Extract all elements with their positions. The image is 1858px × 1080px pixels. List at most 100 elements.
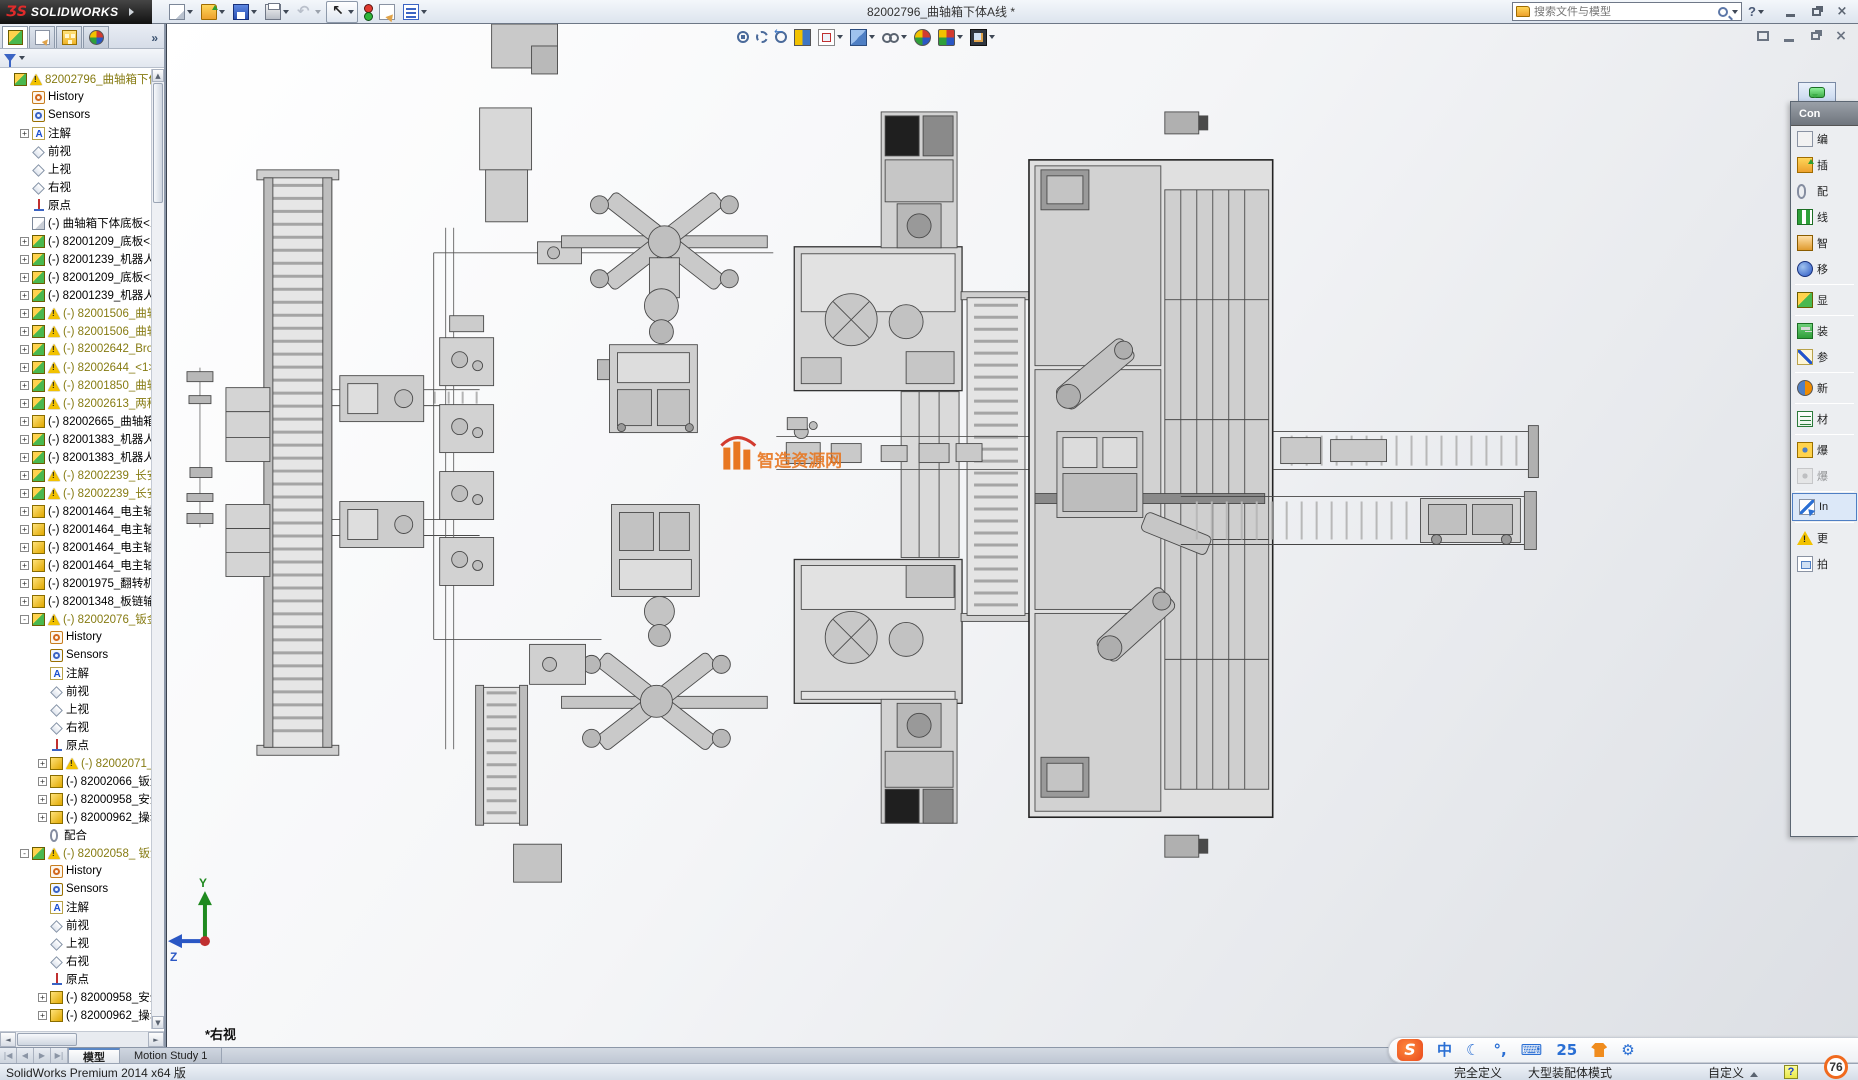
- dropdown-caret[interactable]: [989, 35, 995, 39]
- tree-item[interactable]: 右视: [0, 952, 164, 970]
- tree-item[interactable]: +(-) 82000958_安全开关: [0, 790, 164, 808]
- expand-box[interactable]: +: [20, 435, 29, 444]
- expand-box[interactable]: +: [20, 597, 29, 606]
- expand-box[interactable]: +: [20, 363, 29, 372]
- tab-first-button[interactable]: |◀: [0, 1048, 17, 1063]
- new-document-button[interactable]: [166, 2, 196, 22]
- featuremanager-tab[interactable]: [2, 26, 28, 48]
- open-button[interactable]: [198, 2, 228, 22]
- apply-scene-button[interactable]: [936, 27, 965, 48]
- tree-item[interactable]: 右视: [0, 718, 164, 736]
- tree-item[interactable]: +(-) 82002644_<1> (默: [0, 358, 164, 376]
- scroll-left-arrow[interactable]: ◄: [0, 1032, 16, 1047]
- tree-item[interactable]: 前视: [0, 916, 164, 934]
- select-button[interactable]: [326, 1, 358, 23]
- dropdown-caret[interactable]: [187, 10, 193, 14]
- graphics-viewport[interactable]: 智造资源网 Y Z: [166, 24, 1858, 1047]
- tree-item[interactable]: +(-) 82001383_机器人管线: [0, 448, 164, 466]
- menu-expand-arrow[interactable]: [129, 8, 134, 16]
- tab-next-button[interactable]: ▶: [34, 1048, 51, 1063]
- restore-button[interactable]: [1804, 3, 1828, 20]
- tree-item[interactable]: +(-) 82002239_长安曲轴: [0, 466, 164, 484]
- tree-item[interactable]: 前视: [0, 142, 164, 160]
- ime-count-badge[interactable]: 76: [1824, 1055, 1848, 1079]
- dropdown-caret[interactable]: [869, 35, 875, 39]
- view-settings-button[interactable]: [968, 27, 997, 48]
- hide-show-items-button[interactable]: [880, 27, 909, 48]
- section-view-button[interactable]: [792, 27, 813, 48]
- expand-box[interactable]: +: [20, 507, 29, 516]
- expand-box[interactable]: +: [20, 237, 29, 246]
- tree-item[interactable]: +(-) 82001383_机器人管线: [0, 430, 164, 448]
- move-component-button[interactable]: 移: [1791, 256, 1858, 282]
- tree-item[interactable]: 上视: [0, 700, 164, 718]
- display-style-button[interactable]: [848, 27, 877, 48]
- expand-box[interactable]: +: [20, 399, 29, 408]
- tree-item[interactable]: 注解: [0, 664, 164, 682]
- tree-item[interactable]: +(-) 82002239_长安曲轴: [0, 484, 164, 502]
- filter-dropdown-caret[interactable]: [19, 56, 25, 60]
- dropdown-caret[interactable]: [837, 35, 843, 39]
- search-input[interactable]: [1534, 6, 1714, 18]
- panel-tabs-overflow[interactable]: »: [151, 31, 162, 48]
- expand-box[interactable]: +: [20, 291, 29, 300]
- displaymanager-tab[interactable]: [83, 26, 109, 48]
- tree-vertical-scrollbar[interactable]: ▲ ▼: [151, 69, 164, 1029]
- scroll-thumb[interactable]: [17, 1033, 77, 1046]
- soft-keyboard[interactable]: ⌨: [1521, 1043, 1543, 1058]
- command-panel-header[interactable]: Con: [1791, 102, 1858, 126]
- tree-item[interactable]: +(-) 82001348_板链输送机: [0, 592, 164, 610]
- tree-item[interactable]: 上视: [0, 934, 164, 952]
- expand-box[interactable]: +: [20, 309, 29, 318]
- tree-item[interactable]: Sensors: [0, 880, 164, 898]
- explode-line-sketch-button[interactable]: 爆: [1791, 463, 1858, 489]
- tree-item[interactable]: History: [0, 862, 164, 880]
- insert-components-button[interactable]: 插: [1791, 152, 1858, 178]
- tab-motion-study[interactable]: Motion Study 1: [120, 1048, 222, 1063]
- collapse-box[interactable]: -: [20, 849, 29, 858]
- tree-item[interactable]: +(-) 82001506_曲轴箱双: [0, 304, 164, 322]
- tab-prev-button[interactable]: ◀: [17, 1048, 34, 1063]
- tree-item[interactable]: +(-) 82002071_钣金: [0, 754, 164, 772]
- dropdown-caret[interactable]: [283, 10, 289, 14]
- tree-item[interactable]: +(-) 82001239_机器人管线: [0, 286, 164, 304]
- tree-item[interactable]: +(-) 82001506_曲轴箱双: [0, 322, 164, 340]
- options-button[interactable]: [400, 2, 430, 22]
- expand-box[interactable]: +: [38, 993, 47, 1002]
- tree-horizontal-scrollbar[interactable]: ◄ ►: [0, 1031, 164, 1047]
- exploded-view-button[interactable]: 爆: [1791, 437, 1858, 463]
- expand-box[interactable]: +: [20, 255, 29, 264]
- tree-item[interactable]: +(-) 82002066_钣金房: [0, 772, 164, 790]
- expand-box[interactable]: +: [20, 543, 29, 552]
- search-box[interactable]: [1512, 2, 1742, 21]
- update-speedpak-button[interactable]: 更: [1791, 525, 1858, 551]
- collapse-box[interactable]: -: [20, 615, 29, 624]
- tree-item[interactable]: +(-) 82001464_电主轴支架: [0, 556, 164, 574]
- tree-item[interactable]: Sensors: [0, 106, 164, 124]
- tree-item[interactable]: 注解: [0, 898, 164, 916]
- tree-item[interactable]: 原点: [0, 196, 164, 214]
- assembly-features-button[interactable]: 装: [1791, 318, 1858, 344]
- previous-view-button[interactable]: [773, 29, 789, 45]
- fullwidth-moon[interactable]: ☾: [1466, 1043, 1479, 1058]
- tree-item[interactable]: 配合: [0, 826, 164, 844]
- expand-box[interactable]: +: [20, 273, 29, 282]
- login-badge[interactable]: 25: [1556, 1043, 1577, 1058]
- skin-shirt[interactable]: [1591, 1043, 1607, 1057]
- dropdown-caret[interactable]: [421, 10, 427, 14]
- chinese-mode[interactable]: 中: [1437, 1043, 1452, 1058]
- zoom-to-area-button[interactable]: [754, 29, 770, 45]
- scroll-up-arrow[interactable]: ▲: [152, 69, 164, 82]
- task-pane-tab[interactable]: [1798, 82, 1836, 101]
- expand-box[interactable]: +: [38, 1011, 47, 1020]
- expand-box[interactable]: +: [20, 471, 29, 480]
- tree-item[interactable]: +(-) 82002665_曲轴箱下体: [0, 412, 164, 430]
- punctuation-mode[interactable]: °,: [1493, 1043, 1506, 1058]
- expand-box[interactable]: +: [20, 561, 29, 570]
- viewport-restore-button[interactable]: [1804, 27, 1826, 45]
- edit-component-button[interactable]: 编: [1791, 126, 1858, 152]
- minimize-button[interactable]: [1778, 3, 1802, 20]
- tree-item[interactable]: 前视: [0, 682, 164, 700]
- expand-box[interactable]: +: [20, 417, 29, 426]
- dropdown-caret[interactable]: [219, 10, 225, 14]
